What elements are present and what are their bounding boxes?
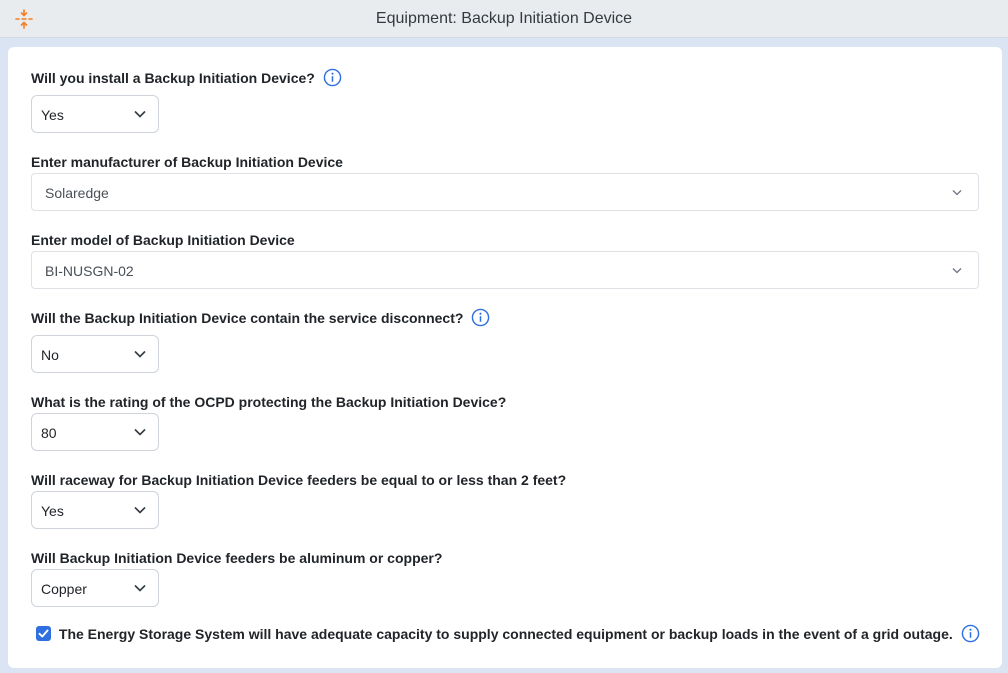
info-icon[interactable] xyxy=(961,624,980,643)
install-bid-label: Will you install a Backup Initiation Dev… xyxy=(31,70,315,86)
manufacturer-label: Enter manufacturer of Backup Initiation … xyxy=(31,154,343,170)
scrollbar[interactable] xyxy=(1002,38,1008,673)
feeder-material-value: Copper xyxy=(41,581,87,597)
title-bar: Equipment: Backup Initiation Device xyxy=(0,0,1008,38)
ess-capacity-label: The Energy Storage System will have adeq… xyxy=(58,626,953,642)
info-icon[interactable] xyxy=(471,308,490,327)
chevron-down-icon xyxy=(134,350,146,358)
service-disconnect-question: Will the Backup Initiation Device contai… xyxy=(31,308,490,327)
model-select[interactable]: BI-NUSGN-02 xyxy=(31,251,979,289)
chevron-down-icon xyxy=(134,428,146,436)
manufacturer-value: Solaredge xyxy=(45,185,109,201)
chevron-down-icon xyxy=(952,268,962,274)
install-bid-question: Will you install a Backup Initiation Dev… xyxy=(31,68,342,87)
info-icon[interactable] xyxy=(323,68,342,87)
service-disconnect-value: No xyxy=(41,347,59,363)
raceway-length-select[interactable]: Yes xyxy=(31,491,159,529)
ocpd-rating-value: 80 xyxy=(41,425,57,441)
raceway-length-value: Yes xyxy=(41,503,64,519)
check-icon xyxy=(38,629,49,638)
ocpd-rating-select[interactable]: 80 xyxy=(31,413,159,451)
ess-capacity-row: The Energy Storage System will have adeq… xyxy=(36,624,980,643)
install-bid-select[interactable]: Yes xyxy=(31,95,159,133)
manufacturer-select[interactable]: Solaredge xyxy=(31,173,979,211)
feeder-material-select[interactable]: Copper xyxy=(31,569,159,607)
ocpd-rating-label: What is the rating of the OCPD protectin… xyxy=(31,394,507,410)
feeder-material-label: Will Backup Initiation Device feeders be… xyxy=(31,550,443,566)
service-disconnect-select[interactable]: No xyxy=(31,335,159,373)
model-label: Enter model of Backup Initiation Device xyxy=(31,232,295,248)
service-disconnect-label: Will the Backup Initiation Device contai… xyxy=(31,310,464,326)
chevron-down-icon xyxy=(134,584,146,592)
chevron-down-icon xyxy=(952,190,962,196)
window-title: Equipment: Backup Initiation Device xyxy=(375,10,633,27)
ess-capacity-checkbox[interactable] xyxy=(36,625,51,641)
form-panel: Will you install a Backup Initiation Dev… xyxy=(8,47,1002,668)
raceway-length-label: Will raceway for Backup Initiation Devic… xyxy=(31,472,567,488)
chevron-down-icon xyxy=(134,110,146,118)
install-bid-value: Yes xyxy=(41,107,64,123)
chevron-down-icon xyxy=(134,506,146,514)
model-value: BI-NUSGN-02 xyxy=(45,263,134,279)
